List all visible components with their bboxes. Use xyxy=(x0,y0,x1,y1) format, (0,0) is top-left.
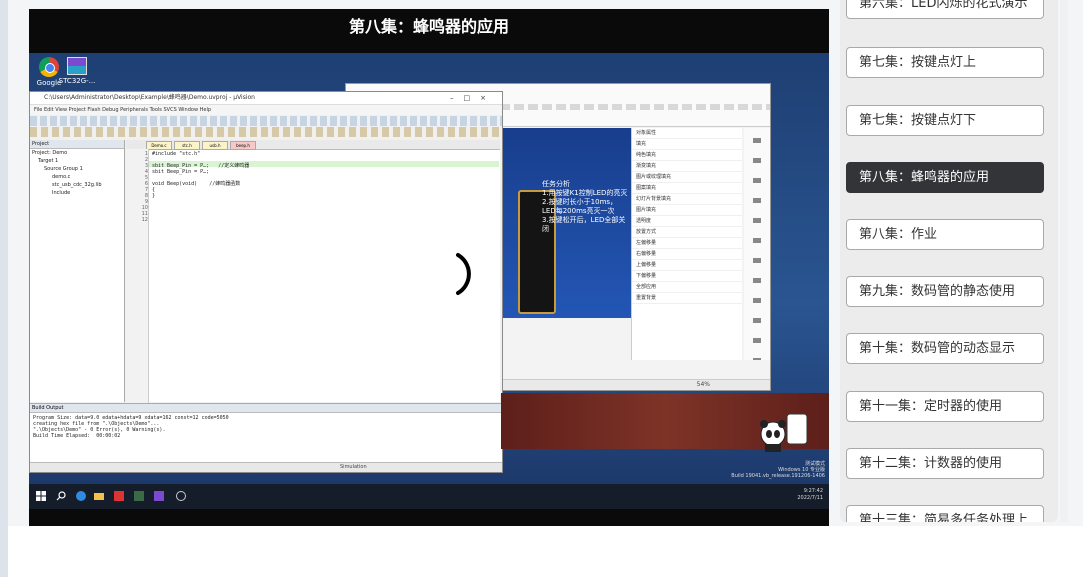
ide-title: C:\Users\Administrator\Desktop\Example\蜂… xyxy=(44,94,255,101)
ide-statusbar: Simulation xyxy=(30,462,502,472)
episode-item[interactable]: 第十二集：计数器的使用 xyxy=(846,448,1044,479)
ppt-zoom-level: 54% xyxy=(696,381,710,388)
wps-icon xyxy=(114,491,124,501)
ppt-side-toolbar xyxy=(744,128,770,360)
episode-item[interactable]: 第十集：数码管的动态显示 xyxy=(846,333,1044,364)
video-frame-desktop: Google STC32G-... 任务分析 1.用按键K1控制LED的亮灭 2… xyxy=(29,53,829,509)
stc-icon xyxy=(67,57,87,75)
ide-menubar: File Edit View Project Flash Debug Perip… xyxy=(30,105,502,115)
editor-tabs: Demo.c stc.h usb.h beep.h xyxy=(126,140,500,150)
episode-item[interactable]: 第六集：LED闪烁的花式演示 xyxy=(846,0,1044,19)
tree-item: Source Group 1 xyxy=(44,166,83,172)
slide-text: 任务分析 1.用按键K1控制LED的亮灭 2.按键时长小于10ms，LED每20… xyxy=(542,180,628,233)
windows-start-icon xyxy=(36,491,46,501)
video-title: 第八集：蜂鸣器的应用 xyxy=(348,17,509,36)
episode-item-active[interactable]: 第八集：蜂鸣器的应用 xyxy=(846,162,1044,193)
desktop-icon-label: STC32G-... xyxy=(58,77,96,85)
project-pane-header: Project xyxy=(30,140,124,149)
ide-toolbar xyxy=(30,116,502,126)
episode-item[interactable]: 第十一集：定时器的使用 xyxy=(846,391,1044,422)
slide-canvas: 任务分析 1.用按键K1控制LED的亮灭 2.按键时长小于10ms，LED每20… xyxy=(502,128,642,318)
tree-item: Include xyxy=(52,190,71,196)
props-row: 填充 xyxy=(632,139,742,150)
windows-taskbar: 9:27:42 2022/7/11 xyxy=(29,484,829,509)
search-icon xyxy=(56,491,66,501)
build-output-header: Build Output xyxy=(30,404,502,413)
props-row: 幻灯片背景填充 xyxy=(632,194,742,205)
line-number-gutter: 1 2 3 4 5 6 7 8 9 10 11 12 xyxy=(126,149,149,404)
props-row: 图片或纹理填充 xyxy=(632,172,742,183)
episode-item[interactable]: 第七集：按键点灯下 xyxy=(846,105,1044,136)
episode-item[interactable]: 第八集：作业 xyxy=(846,219,1044,250)
props-row: 下偏移量 xyxy=(632,271,742,282)
props-row: 图案填充 xyxy=(632,183,742,194)
props-row: 左偏移量 xyxy=(632,238,742,249)
props-row: 全部应用 xyxy=(632,282,742,293)
props-row: 对象属性 xyxy=(632,128,742,139)
ide-status-text: Simulation xyxy=(340,464,367,470)
episode-playlist[interactable]: 第六集：LED闪烁的花式演示 第七集：按键点灯上 第七集：按键点灯下 第八集：蜂… xyxy=(840,0,1058,522)
editor-tab: beep.h xyxy=(230,141,256,150)
props-row: 重置背景 xyxy=(632,293,742,304)
ide-toolbar-2 xyxy=(30,127,502,137)
props-row: 透明度 xyxy=(632,216,742,227)
episode-item[interactable]: 第七集：按键点灯上 xyxy=(846,47,1044,78)
tree-item: Target 1 xyxy=(38,158,59,164)
ide-taskbar-icon xyxy=(134,491,144,501)
editor-tab: stc.h xyxy=(174,141,200,150)
windows-watermark: 测试模式 Windows 10 专业版 Build 19041.vb_relea… xyxy=(731,461,825,479)
file-explorer-icon xyxy=(94,493,104,500)
stc-taskbar-icon xyxy=(154,491,164,501)
edge-browser-icon xyxy=(76,491,86,501)
source-code: #include "stc.h" sbit Beep_Pin = P…; //定… xyxy=(152,151,250,199)
video-player[interactable]: 第八集：蜂鸣器的应用 Google STC32G-... 任务分析 1.用按键K… xyxy=(29,9,829,526)
page-bottom-area xyxy=(8,526,1083,577)
tree-item: stc_usb_cdc_32g.lib xyxy=(52,182,102,188)
props-row: 纯色填充 xyxy=(632,150,742,161)
props-row: 图片填充 xyxy=(632,205,742,216)
window-controls-icon: –□× xyxy=(450,94,496,102)
ide-titlebar: C:\Users\Administrator\Desktop\Example\蜂… xyxy=(30,92,502,105)
tree-item: demo.c xyxy=(52,174,71,180)
props-row: 渐变填充 xyxy=(632,161,742,172)
loading-spinner-icon xyxy=(456,253,471,295)
desktop-icon-stc: STC32G-... xyxy=(57,57,97,85)
ide-window: C:\Users\Administrator\Desktop\Example\蜂… xyxy=(29,91,503,473)
app-taskbar-icon xyxy=(176,491,186,501)
props-row: 右偏移量 xyxy=(632,249,742,260)
panda-mascot-icon xyxy=(760,413,808,452)
episode-item[interactable]: 第十三集：简易多任务处理上 xyxy=(846,505,1044,522)
props-row: 放置方式 xyxy=(632,227,742,238)
editor-tab: Demo.c xyxy=(146,141,172,150)
tree-item: Project: Demo xyxy=(32,150,68,156)
editor-tab: usb.h xyxy=(202,141,228,150)
taskbar-clock: 9:27:42 2022/7/11 xyxy=(797,488,823,501)
chrome-icon xyxy=(39,57,59,77)
props-row: 上偏移量 xyxy=(632,260,742,271)
object-properties-panel: 对象属性 填充 纯色填充 渐变填充 图片或纹理填充 图案填充 幻灯片背景填充 图… xyxy=(631,128,742,360)
build-output-pane: Build Output Program Size: data=9.0 edat… xyxy=(30,403,502,462)
playlist-scrollbar[interactable] xyxy=(1060,0,1068,522)
episode-item[interactable]: 第九集：数码管的静态使用 xyxy=(846,276,1044,307)
left-edge-strip xyxy=(0,0,8,577)
project-pane: Project Project: Demo Target 1 Source Gr… xyxy=(30,140,125,402)
build-output-text: Program Size: data=9.0 edata+hdata=9 xda… xyxy=(33,415,229,439)
